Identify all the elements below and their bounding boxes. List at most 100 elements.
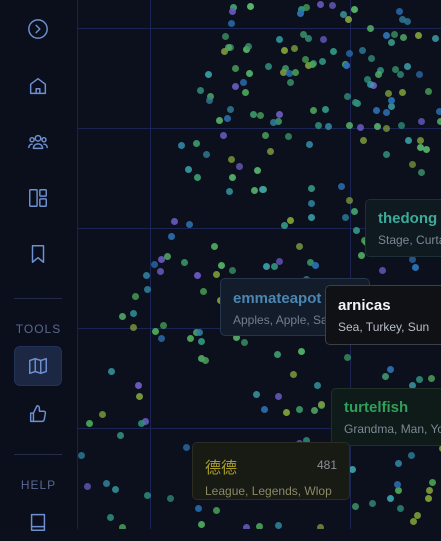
map-point — [196, 87, 204, 95]
map-point — [353, 226, 361, 234]
map-point — [202, 356, 210, 364]
map-point — [397, 70, 405, 78]
map-point — [227, 19, 235, 27]
map-point — [368, 55, 375, 63]
map-point — [221, 33, 229, 41]
map-point — [313, 382, 321, 390]
map-point — [183, 444, 191, 452]
map-point — [84, 483, 91, 491]
nav-map-button[interactable] — [14, 346, 62, 386]
map-point — [382, 125, 390, 133]
map-point — [200, 287, 208, 295]
map-point — [309, 61, 317, 69]
map-point — [375, 70, 383, 78]
help-section-label: HELP — [20, 478, 57, 492]
map-point — [244, 43, 252, 51]
map-point — [185, 165, 193, 173]
map-point — [398, 89, 406, 97]
nav-home-button[interactable] — [16, 67, 60, 105]
map-point — [344, 353, 352, 361]
map-point — [415, 375, 423, 383]
map-point — [219, 132, 227, 140]
map-point — [255, 522, 263, 529]
map-point — [388, 39, 396, 47]
map-point — [206, 96, 214, 104]
map-point — [98, 411, 106, 419]
expand-sidebar-button[interactable] — [16, 10, 60, 48]
map-point — [107, 367, 115, 375]
map-point — [195, 329, 203, 337]
map-point — [350, 6, 358, 14]
map-point — [382, 373, 390, 381]
map-point — [276, 36, 284, 44]
map-point — [386, 494, 394, 502]
user-name: turtelfish — [344, 399, 409, 416]
map-point — [202, 151, 210, 159]
map-point — [246, 2, 254, 10]
map-point — [352, 502, 360, 510]
map-point — [318, 57, 326, 65]
sidebar-divider — [14, 454, 62, 455]
map-point — [274, 521, 282, 529]
map-point — [346, 50, 353, 58]
sidebar-divider — [14, 298, 62, 299]
bookmark-icon — [31, 245, 45, 263]
map-point — [289, 370, 297, 378]
map-point — [77, 452, 85, 460]
user-name: thedong — [378, 210, 438, 227]
map-point — [414, 31, 422, 39]
user-card-dede[interactable]: 德德 481 League, Legends, Wlop — [192, 442, 350, 500]
map-point — [283, 409, 291, 417]
map-point — [409, 160, 417, 168]
map-point — [216, 116, 224, 124]
user-card-thedong[interactable]: thedong Stage, Curtain — [365, 199, 441, 257]
map-point — [379, 267, 386, 275]
map-point — [143, 285, 151, 293]
map-point — [431, 34, 439, 42]
map-point — [418, 169, 425, 177]
map-point — [338, 182, 346, 190]
thumbs-up-icon — [29, 405, 47, 423]
map-point — [180, 259, 188, 266]
map-point — [253, 391, 261, 399]
map-point — [158, 334, 166, 342]
home-icon — [29, 77, 47, 95]
map-point — [186, 334, 194, 342]
map-point — [227, 156, 235, 164]
grid-line — [350, 0, 351, 529]
nav-bookmarks-button[interactable] — [16, 235, 60, 273]
map-point — [107, 514, 115, 522]
map-point — [118, 524, 126, 529]
nav-feedback-button[interactable] — [16, 395, 60, 433]
map-point — [213, 271, 221, 278]
map-point — [324, 123, 332, 130]
map-point — [358, 251, 365, 259]
map-point — [310, 106, 318, 114]
map-point — [353, 100, 361, 108]
user-card-arnicas[interactable]: arnicas Sea, Turkey, Sun — [325, 285, 441, 345]
map-point — [170, 218, 178, 226]
nav-community-button[interactable] — [16, 123, 60, 161]
nav-dashboard-button[interactable] — [16, 179, 60, 217]
map-point — [306, 140, 314, 148]
tools-section-label: TOOLS — [15, 322, 62, 336]
map-point — [251, 186, 259, 194]
user-card-turtelfish[interactable]: turtelfish Grandma, Man, Yoga — [331, 388, 441, 446]
map-point — [185, 220, 193, 228]
map-point — [227, 106, 235, 114]
map-icon — [29, 357, 47, 375]
nav-docs-button[interactable] — [16, 503, 60, 541]
map-point — [229, 7, 237, 15]
map-point — [367, 24, 374, 32]
sidebar: TOOLS HELP — [0, 0, 78, 531]
map-point — [319, 36, 327, 44]
users-icon — [28, 134, 48, 150]
map-point — [142, 272, 150, 280]
map-canvas[interactable]: thedong Stage, Curtain emmateapot Apples… — [77, 0, 441, 529]
map-point — [307, 213, 315, 221]
map-point — [275, 110, 283, 118]
map-point — [270, 119, 278, 127]
map-point — [359, 47, 367, 55]
map-point — [425, 486, 433, 494]
map-point — [329, 1, 337, 9]
